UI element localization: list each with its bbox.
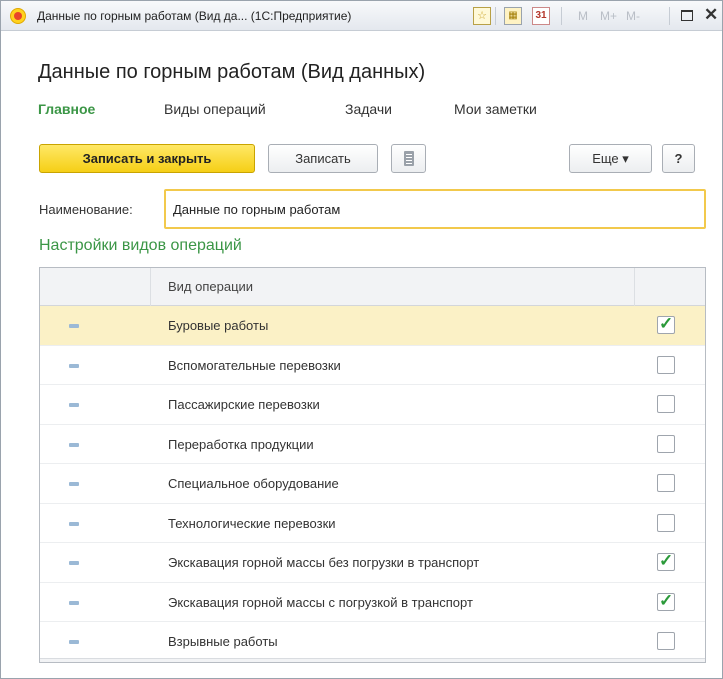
table-header: Вид операции <box>40 268 705 306</box>
use-checkbox[interactable]: ✓ <box>657 395 675 413</box>
maximize-icon[interactable] <box>681 10 693 21</box>
checkmark-icon: ✓ <box>659 590 674 610</box>
table-scroll-edge[interactable] <box>40 658 705 662</box>
toolbar-divider <box>495 7 496 25</box>
row-marker-icon <box>69 640 79 644</box>
document-list-button[interactable] <box>391 144 426 173</box>
operation-type-label: Переработка продукции <box>168 436 314 452</box>
operation-type-label: Специальное оборудование <box>168 476 339 491</box>
row-marker-icon <box>69 561 79 565</box>
section-title: Настройки видов операций <box>39 237 242 254</box>
app-window: Данные по горным работам (Вид да... (1С:… <box>0 0 723 679</box>
use-checkbox[interactable]: ✓ <box>657 513 675 532</box>
use-checkbox[interactable]: ✓ <box>657 590 675 611</box>
toolbar-divider <box>561 7 562 25</box>
use-checkbox[interactable]: ✓ <box>657 474 675 492</box>
name-label: Наименование: <box>39 202 133 217</box>
checkmark-icon: ✓ <box>659 314 674 333</box>
tab-operation-types[interactable]: Виды операций <box>164 101 266 117</box>
title-bar: Данные по горным работам (Вид да... (1С:… <box>1 1 722 31</box>
row-marker-icon <box>69 521 79 526</box>
table-row[interactable]: Пассажирские перевозки ✓ <box>40 385 705 425</box>
grid-icon[interactable]: ▦ <box>504 7 522 25</box>
tab-main[interactable]: Главное <box>38 101 95 117</box>
memory-m-plus-button[interactable]: M+ <box>600 9 617 23</box>
use-checkbox[interactable]: ✓ <box>657 551 675 571</box>
operation-types-table: Вид операции Буровые работы ✓ Вспомогатель… <box>39 267 706 663</box>
use-checkbox[interactable]: ✓ <box>657 314 675 334</box>
flag-column-header[interactable] <box>635 268 705 306</box>
memory-m-button[interactable]: M <box>578 9 588 23</box>
more-button[interactable]: Еще ▾ <box>569 144 652 173</box>
row-marker-icon <box>69 600 79 605</box>
operation-type-label: Технологические перевозки <box>168 515 336 531</box>
operation-type-column-header[interactable]: Вид операции <box>151 268 635 306</box>
table-row[interactable]: Технологические перевозки ✓ <box>40 504 705 543</box>
tab-tasks[interactable]: Задачи <box>345 101 392 117</box>
row-marker-icon <box>69 403 79 407</box>
tab-my-notes[interactable]: Мои заметки <box>454 101 537 117</box>
operation-type-label: Вспомогательные перевозки <box>168 357 341 373</box>
table-row[interactable]: Специальное оборудование ✓ <box>40 464 705 504</box>
operation-type-label: Экскавация горной массы с погрузкой в тр… <box>168 594 473 610</box>
star-icon[interactable]: ☆ <box>473 7 491 25</box>
table-row[interactable]: Буровые работы ✓ <box>40 306 705 346</box>
row-marker-icon <box>69 482 79 486</box>
row-marker-icon <box>69 324 79 328</box>
table-row[interactable]: Вспомогательные перевозки ✓ <box>40 346 705 385</box>
close-icon[interactable]: ✕ <box>704 6 718 24</box>
operation-type-label: Пассажирские перевозки <box>168 397 320 412</box>
help-button[interactable]: ? <box>662 144 695 173</box>
save-and-close-button[interactable]: Записать и закрыть <box>39 144 255 173</box>
table-row[interactable]: Взрывные работы ✓ <box>40 622 705 662</box>
row-marker-icon <box>69 442 79 447</box>
table-row[interactable]: Экскавация горной массы без погрузки в т… <box>40 543 705 583</box>
table-row[interactable]: Экскавация горной массы с погрузкой в тр… <box>40 583 705 622</box>
row-marker-icon <box>69 363 79 368</box>
marker-column-header[interactable] <box>40 268 151 306</box>
name-input[interactable] <box>164 189 706 229</box>
use-checkbox[interactable]: ✓ <box>657 434 675 453</box>
checkmark-icon: ✓ <box>659 551 674 570</box>
use-checkbox[interactable]: ✓ <box>657 632 675 650</box>
table-body: Буровые работы ✓ Вспомогательные перевозки… <box>40 306 705 662</box>
memory-m-minus-button[interactable]: M- <box>626 9 640 23</box>
save-button[interactable]: Записать <box>268 144 378 173</box>
table-row[interactable]: Переработка продукции ✓ <box>40 425 705 464</box>
1c-logo-icon[interactable] <box>10 8 26 24</box>
document-list-icon <box>404 151 414 166</box>
operation-type-label: Буровые работы <box>168 318 269 333</box>
window-title: Данные по горным работам (Вид да... (1С:… <box>37 9 352 23</box>
operation-type-label: Взрывные работы <box>168 634 278 649</box>
toolbar-divider <box>669 7 670 25</box>
operation-type-label: Экскавация горной массы без погрузки в т… <box>168 555 480 570</box>
calendar-icon[interactable]: 31 <box>532 7 550 25</box>
use-checkbox[interactable]: ✓ <box>657 355 675 374</box>
page-title: Данные по горным работам (Вид данных) <box>38 61 426 83</box>
